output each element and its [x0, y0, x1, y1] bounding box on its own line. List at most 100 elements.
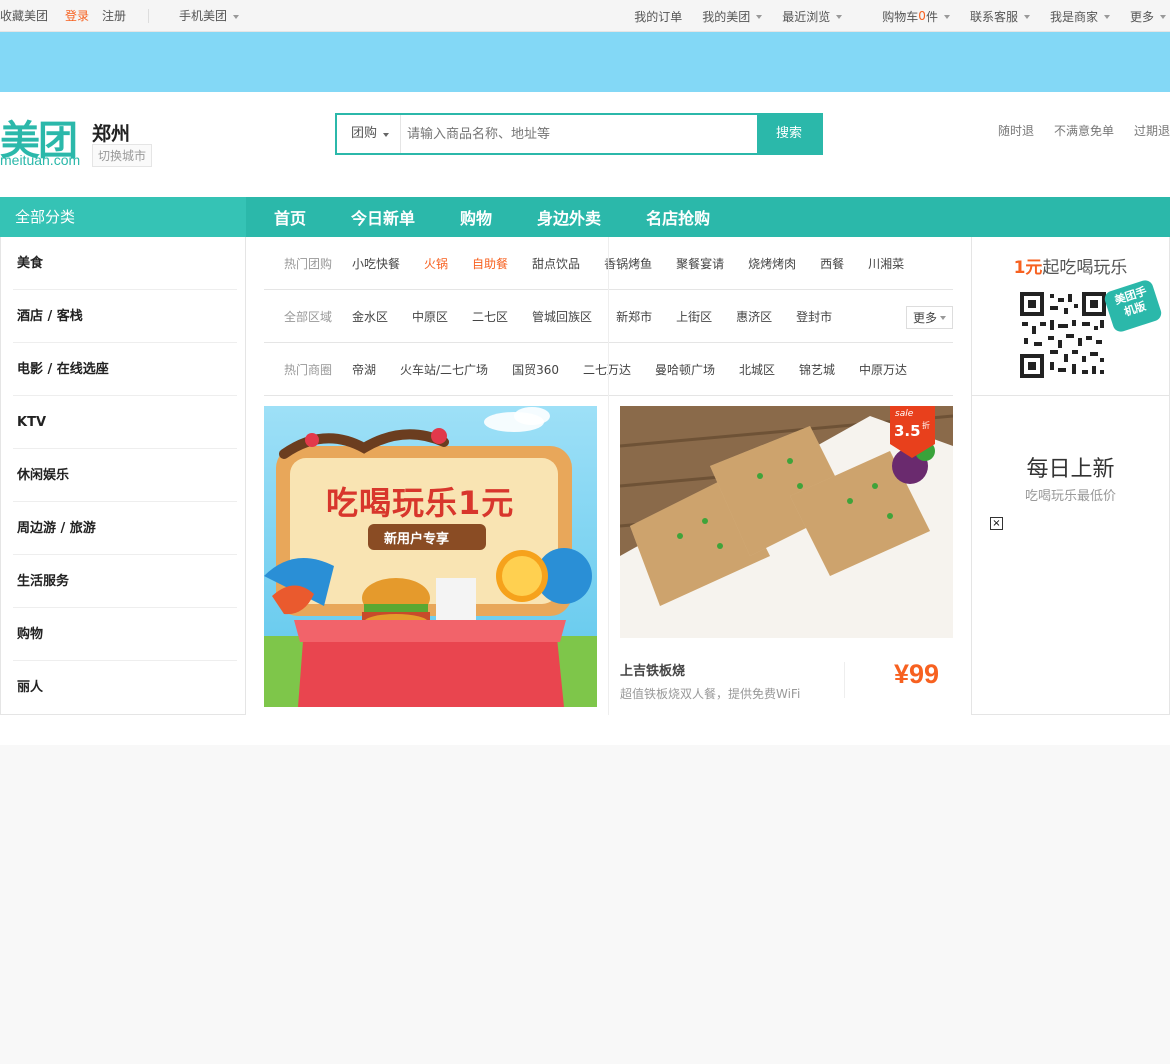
nav-shopping[interactable]: 购物	[460, 205, 492, 229]
filter-label: 热门商圈	[284, 362, 333, 377]
sidebar-item-ktv[interactable]: KTV	[13, 396, 237, 449]
filter-option[interactable]: 自助餐	[472, 255, 508, 272]
chevron-down-icon	[233, 14, 240, 19]
sale-badge-text: sale	[895, 409, 914, 419]
sidebar-item-shopping[interactable]: 购物	[13, 608, 237, 661]
recent-views-label: 最近浏览	[782, 9, 831, 24]
chevron-down-icon	[940, 316, 946, 320]
promo-illustration	[264, 406, 597, 707]
nav-today-new[interactable]: 今日新单	[351, 205, 415, 229]
filter-option[interactable]: 西餐	[820, 255, 844, 272]
search-button[interactable]: 搜索	[757, 113, 821, 155]
bookmark-link[interactable]: 收藏美团	[0, 0, 48, 32]
filter-option[interactable]: 二七万达	[583, 361, 631, 378]
new-user-promo-banner[interactable]: 吃喝玩乐1元 新用户专享	[264, 406, 597, 707]
filter-option[interactable]: 国贸360	[512, 361, 559, 378]
top-bar: 收藏美团 登录 注册 手机美团 我的订单 我的美团 最近浏览 购物车 0 件 联系客…	[0, 0, 1170, 32]
filter-option[interactable]: 烧烤烤肉	[748, 255, 796, 272]
tagline-text: 起吃喝玩乐	[1042, 258, 1128, 278]
all-categories-button[interactable]: 全部分类	[0, 197, 246, 237]
switch-city-button[interactable]: 切换城市	[92, 144, 153, 167]
deal-image[interactable]: sale 3.5 折	[620, 406, 953, 638]
chevron-down-icon	[1103, 14, 1110, 19]
cart-unit: 件	[925, 9, 938, 24]
chevron-down-icon	[383, 132, 390, 137]
search-category-select[interactable]: 团购	[337, 115, 401, 153]
sidebar-item-travel[interactable]: 周边游 / 旅游	[13, 502, 237, 555]
sidebar-item-leisure[interactable]: 休闲娱乐	[13, 449, 237, 502]
chevron-down-icon	[836, 14, 843, 19]
filter-option[interactable]: 锦艺城	[799, 361, 835, 378]
filter-option[interactable]: 金水区	[352, 308, 388, 325]
chevron-down-icon	[1023, 14, 1030, 19]
register-link[interactable]: 注册	[102, 0, 126, 32]
site-header: 美团 meituan.com 郑州 切换城市 团购 搜索 随时退 不满意免单 过…	[0, 92, 1170, 197]
filter-option[interactable]: 帝湖	[352, 361, 376, 378]
filter-option[interactable]: 中原区	[412, 308, 448, 325]
promise-expired-refund[interactable]: 过期退	[1134, 122, 1170, 139]
top-bar-right: 我的订单 我的美团 最近浏览 购物车 0 件 联系客服 我是商家 更多	[624, 0, 1170, 32]
nav-takeout[interactable]: 身边外卖	[537, 205, 601, 229]
cart-count: 0	[918, 9, 926, 23]
filter-label: 全部区域	[284, 309, 333, 324]
right-panel: 1元起吃喝玩乐 美团手机版 每日上新 吃喝玩乐最低价 ×	[971, 237, 1170, 715]
top-bar-left: 收藏美团 登录 注册 手机美团	[0, 0, 240, 32]
filter-option[interactable]: 惠济区	[736, 308, 772, 325]
recent-views-menu[interactable]: 最近浏览	[772, 8, 872, 25]
filter-option[interactable]: 甜点饮品	[532, 255, 580, 272]
qr-code-icon	[1020, 292, 1106, 378]
promo-headline: 吃喝玩乐1元	[326, 484, 515, 522]
daily-new-title[interactable]: 每日上新	[972, 451, 1169, 483]
divider	[148, 9, 150, 23]
service-promises: 随时退 不满意免单 过期退	[978, 122, 1170, 139]
filter-option[interactable]: 二七区	[472, 308, 508, 325]
customer-service-menu[interactable]: 联系客服	[960, 8, 1040, 25]
discount-unit: 折	[922, 421, 930, 430]
filter-option[interactable]: 登封市	[796, 308, 832, 325]
my-meituan-menu[interactable]: 我的美团	[692, 8, 772, 25]
cart-menu[interactable]: 购物车 0 件	[872, 8, 960, 25]
sidebar-item-movie[interactable]: 电影 / 在线选座	[13, 343, 237, 396]
sidebar-item-hotel[interactable]: 酒店 / 客栈	[13, 290, 237, 343]
more-areas-button[interactable]: 更多	[905, 306, 953, 329]
broken-image-icon: ×	[990, 517, 1003, 530]
filter-option[interactable]: 中原万达	[859, 361, 907, 378]
promise-refund-anytime[interactable]: 随时退	[998, 122, 1034, 139]
top-banner[interactable]	[0, 32, 1170, 92]
category-sidebar: 美食 酒店 / 客栈 电影 / 在线选座 KTV 休闲娱乐 周边游 / 旅游 生…	[0, 237, 246, 715]
mobile-app-tagline: 1元起吃喝玩乐	[972, 253, 1169, 278]
filter-option[interactable]: 聚餐宴请	[676, 255, 724, 272]
login-link[interactable]: 登录	[65, 0, 89, 32]
nav-famous-stores[interactable]: 名店抢购	[646, 205, 710, 229]
main-content: 热门团购 小吃快餐 火锅 自助餐 甜点饮品 香锅烤鱼 聚餐宴请 烧烤烤肉 西餐 …	[246, 237, 971, 715]
filter-option[interactable]: 新郑市	[616, 308, 652, 325]
filter-option[interactable]: 管城回族区	[532, 308, 592, 325]
sidebar-item-beauty[interactable]: 丽人	[13, 661, 237, 714]
more-menu[interactable]: 更多	[1120, 8, 1170, 25]
search-box: 团购 搜索	[335, 113, 823, 155]
filter-option[interactable]: 川湘菜	[868, 255, 904, 272]
promo-subtitle: 新用户专享	[384, 532, 450, 547]
more-label: 更多	[1129, 9, 1154, 24]
filter-option[interactable]: 北城区	[739, 361, 775, 378]
my-orders-link[interactable]: 我的订单	[624, 8, 692, 25]
filter-option[interactable]: 火锅	[424, 255, 448, 272]
nav-home[interactable]: 首页	[274, 205, 306, 229]
divider	[608, 237, 609, 715]
filter-option[interactable]: 上街区	[676, 308, 712, 325]
sidebar-item-life-services[interactable]: 生活服务	[13, 555, 237, 608]
search-category-label: 团购	[351, 126, 378, 141]
filter-option[interactable]: 香锅烤鱼	[604, 255, 652, 272]
daily-new-subtitle: 吃喝玩乐最低价	[1024, 489, 1116, 504]
filter-option[interactable]: 火车站/二七广场	[400, 361, 488, 378]
sidebar-item-food[interactable]: 美食	[13, 237, 237, 290]
deal-title[interactable]: 上吉铁板烧	[620, 660, 685, 679]
merchant-menu[interactable]: 我是商家	[1040, 8, 1120, 25]
filter-option[interactable]: 小吃快餐	[352, 255, 400, 272]
filter-option[interactable]: 曼哈顿广场	[655, 361, 715, 378]
qr-code	[1020, 292, 1106, 378]
search-input[interactable]	[403, 115, 759, 153]
divider	[844, 662, 845, 698]
mobile-meituan-link[interactable]: 手机美团	[179, 0, 227, 32]
promise-free-if-unsatisfied[interactable]: 不满意免单	[1054, 122, 1114, 139]
